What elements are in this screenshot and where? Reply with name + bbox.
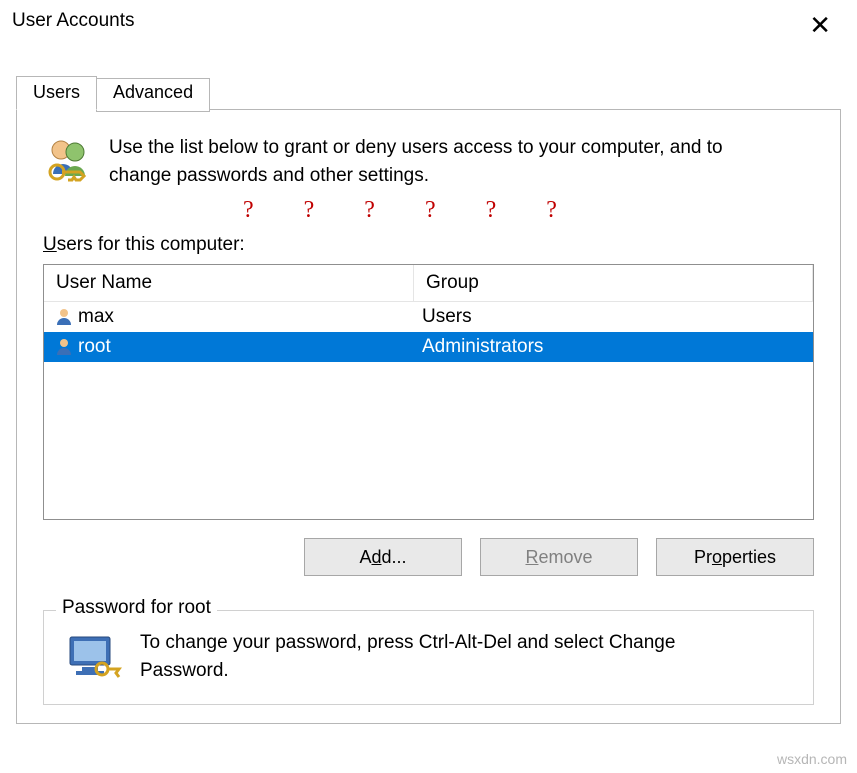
password-groupbox: Password for root To change your passwor… xyxy=(43,610,814,705)
cell-group: Users xyxy=(414,302,813,332)
column-group[interactable]: Group xyxy=(414,265,813,301)
column-user-name[interactable]: User Name xyxy=(44,265,414,301)
cell-group: Administrators xyxy=(414,332,813,362)
watermark: wsxdn.com xyxy=(777,751,847,767)
overlay-question-marks: ? ? ? ? ? ? xyxy=(243,197,814,224)
users-list-label: Users for this computer: xyxy=(43,234,814,256)
tab-users[interactable]: Users xyxy=(16,76,97,110)
table-row[interactable]: max Users xyxy=(44,302,813,332)
tab-advanced[interactable]: Advanced xyxy=(96,78,210,112)
user-icon xyxy=(54,337,74,357)
tab-panel-users: Use the list below to grant or deny user… xyxy=(16,109,841,724)
tab-strip: Users Advanced xyxy=(16,76,857,110)
close-icon[interactable]: ✕ xyxy=(801,10,839,40)
intro-text: Use the list below to grant or deny user… xyxy=(109,134,749,191)
button-row: Add... Remove Properties xyxy=(43,538,814,576)
user-icon xyxy=(54,307,74,327)
properties-button[interactable]: Properties xyxy=(656,538,814,576)
list-header: User Name Group xyxy=(44,265,813,302)
password-group-legend: Password for root xyxy=(56,597,217,619)
password-instruction-text: To change your password, press Ctrl-Alt-… xyxy=(140,629,740,684)
table-row[interactable]: root Administrators xyxy=(44,332,813,362)
cell-user-name: root xyxy=(78,336,111,358)
add-button[interactable]: Add... xyxy=(304,538,462,576)
monitor-key-icon xyxy=(64,629,122,692)
window-title: User Accounts xyxy=(12,10,135,32)
users-listbox[interactable]: User Name Group max Users root Administr… xyxy=(43,264,814,520)
remove-button[interactable]: Remove xyxy=(480,538,638,576)
cell-user-name: max xyxy=(78,306,114,328)
users-keys-icon xyxy=(43,134,95,191)
